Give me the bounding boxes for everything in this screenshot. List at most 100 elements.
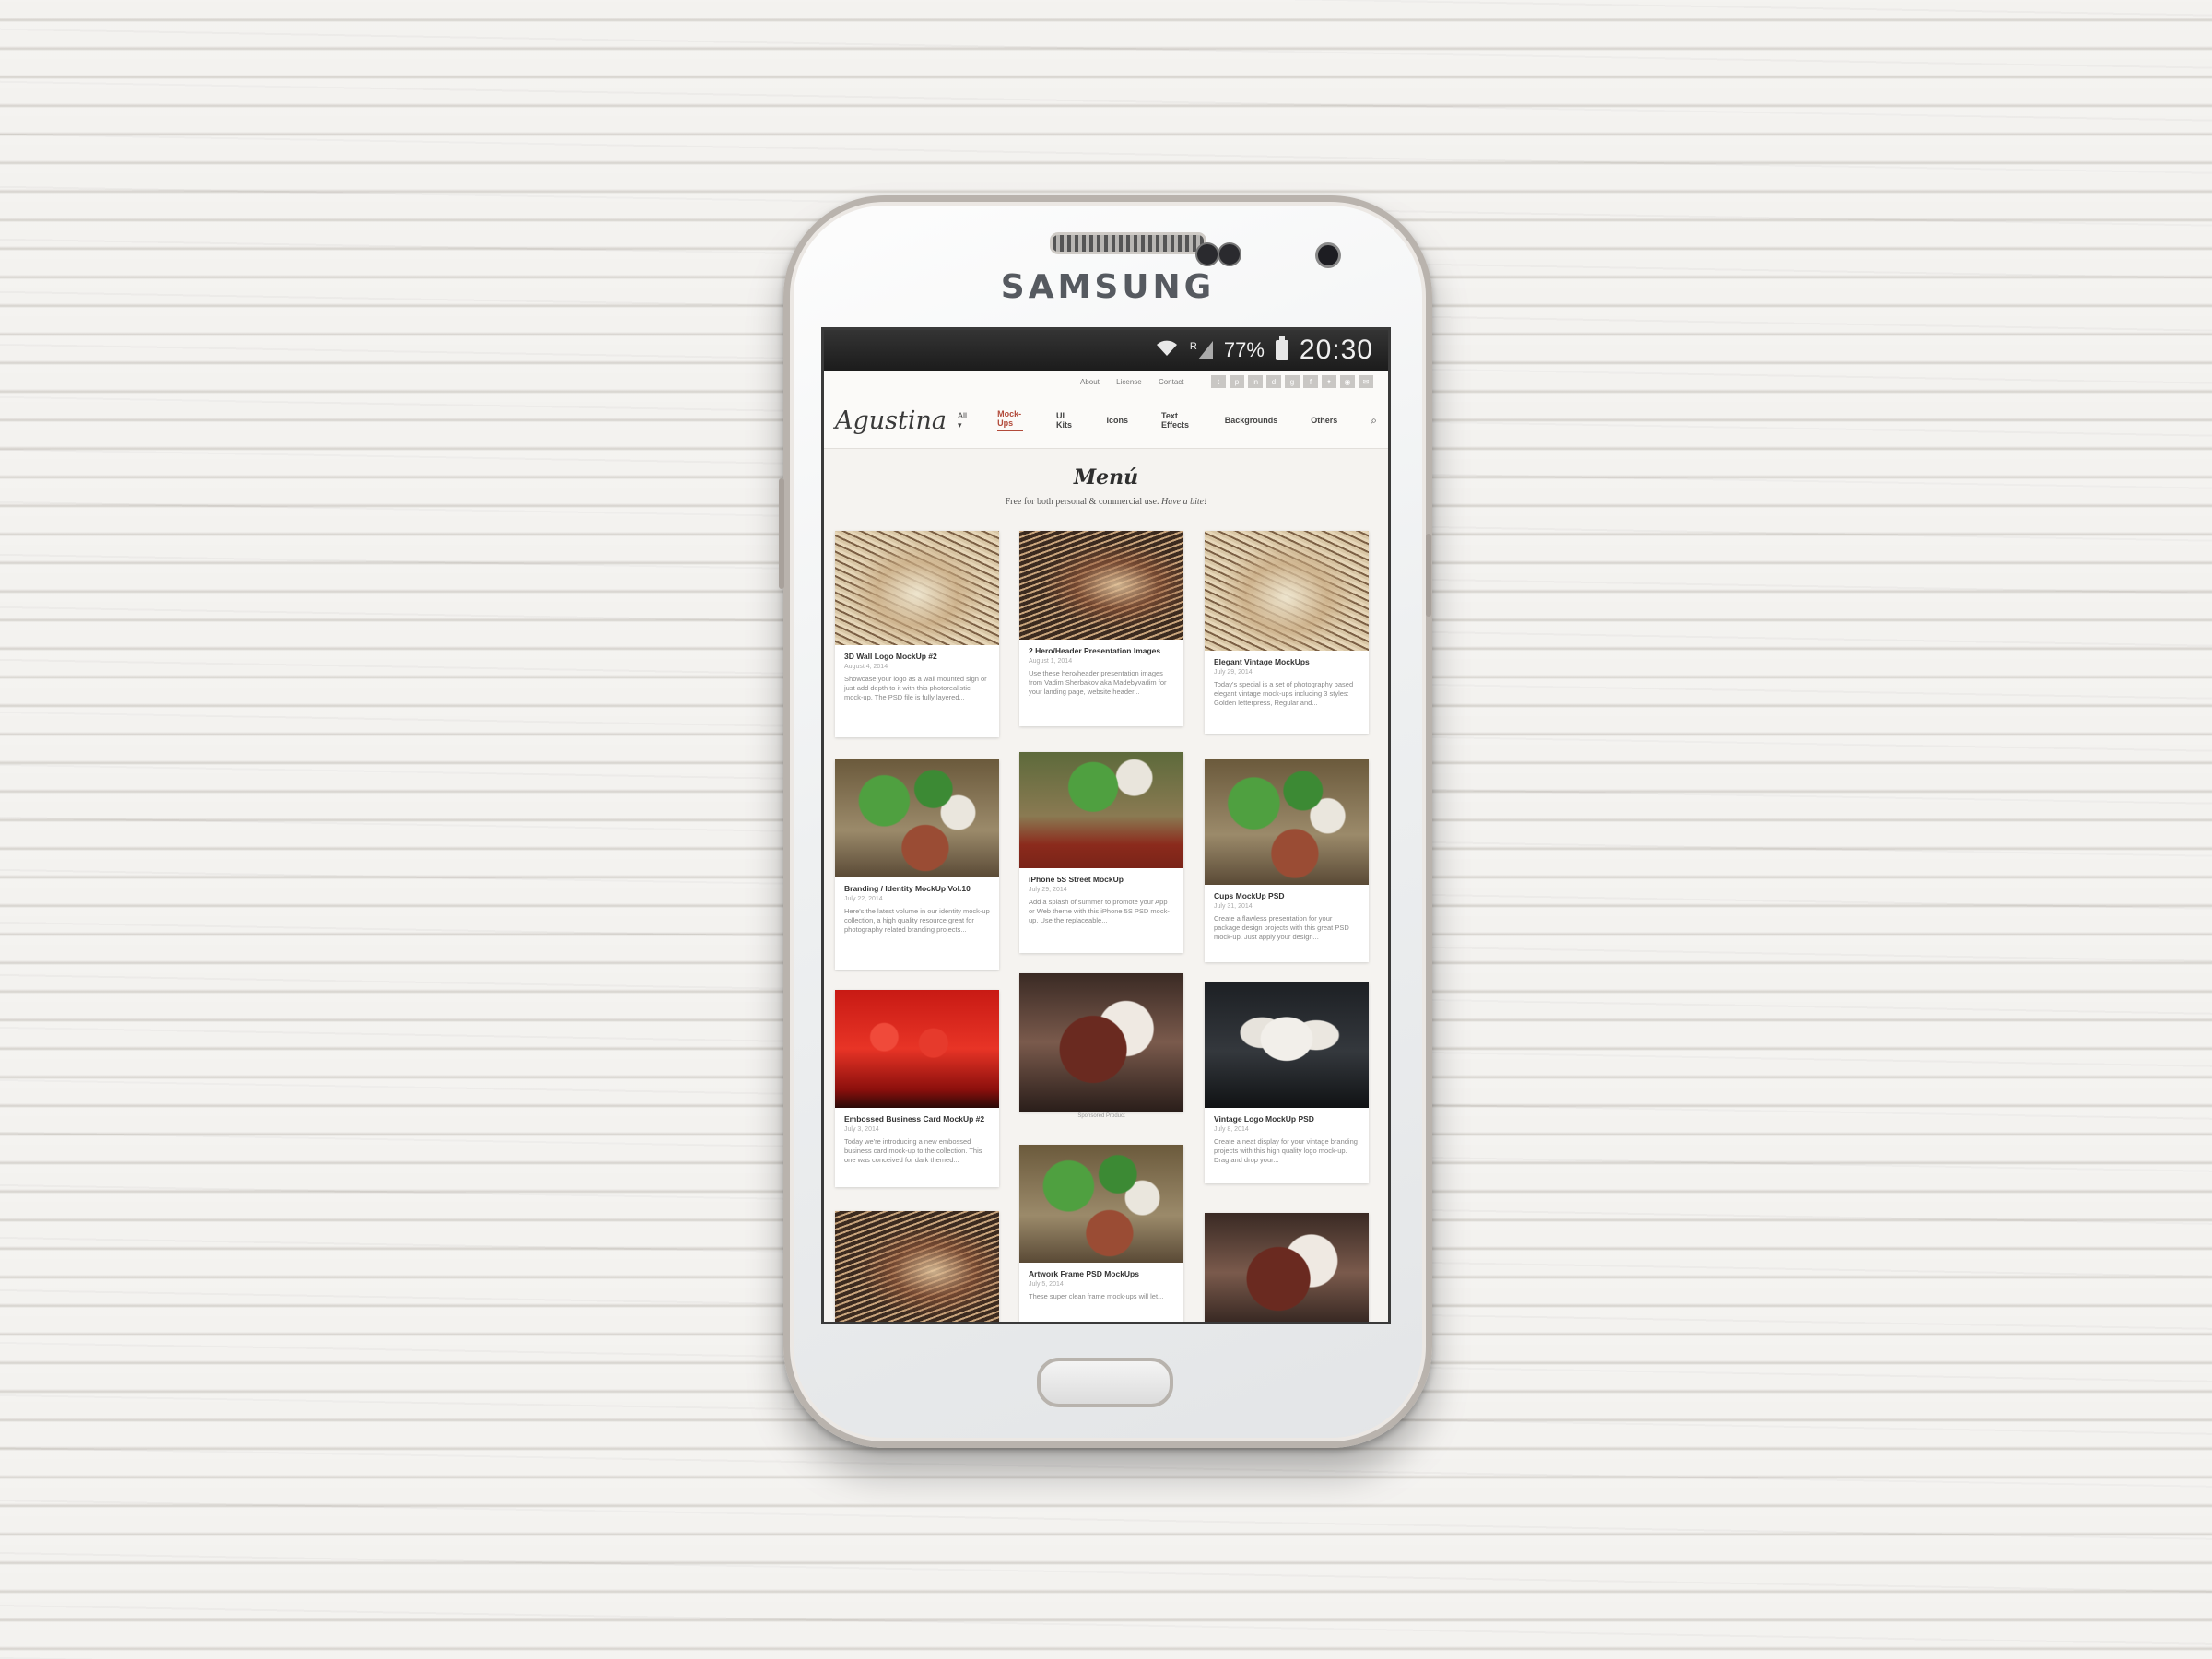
post-card[interactable]: iPhone 5S Street MockUp July 29, 2014 Ad… (1019, 752, 1183, 953)
post-card[interactable]: Elegant Vintage MockUps July 29, 2014 To… (1205, 531, 1369, 734)
category-header: Menú Free for both personal & commercial… (824, 449, 1388, 530)
twitter-icon[interactable]: ✦ (1322, 375, 1336, 388)
post-thumbnail[interactable] (835, 1211, 999, 1322)
post-excerpt: Here's the latest volume in our identity… (844, 907, 990, 934)
nav-item-backgrounds[interactable]: Backgrounds (1225, 416, 1278, 425)
mail-icon[interactable]: ✉ (1359, 375, 1373, 388)
nav-item-icons[interactable]: Icons (1107, 416, 1129, 425)
post-date: July 5, 2014 (1029, 1281, 1064, 1288)
post-thumbnail[interactable] (835, 759, 999, 877)
proximity-sensor (1195, 242, 1219, 266)
link-about[interactable]: About (1080, 378, 1100, 386)
sponsored-card[interactable] (1019, 973, 1183, 1112)
post-date: July 3, 2014 (844, 1126, 879, 1133)
post-card[interactable]: Embossed Business Card MockUp #2 July 3,… (835, 990, 999, 1187)
subtitle-text: Free for both personal & commercial use. (1005, 497, 1159, 507)
g-icon[interactable]: g (1285, 375, 1300, 388)
post-thumbnail[interactable] (1019, 1145, 1183, 1263)
main-nav: Agustina All ▾ Mock-Ups UI Kits Icons Te… (824, 393, 1388, 449)
brand-logo: SAMSUNG (1000, 268, 1216, 306)
front-camera (1315, 242, 1341, 268)
nav-all-dropdown[interactable]: All ▾ (958, 411, 968, 430)
post-card[interactable] (835, 1211, 999, 1322)
post-title[interactable]: Cups MockUp PSD (1205, 885, 1369, 901)
post-thumbnail[interactable] (1205, 1213, 1369, 1322)
sponsored-thumbnail[interactable] (1019, 973, 1183, 1112)
post-card[interactable] (1205, 1213, 1369, 1322)
top-utility-bar: About License Contact t p in d g f ✦ ◉ ✉ (824, 371, 1388, 393)
post-card[interactable]: Branding / Identity MockUp Vol.10 July 2… (835, 759, 999, 970)
post-excerpt: Showcase your logo as a wall mounted sig… (844, 675, 987, 701)
earpiece-speaker (1050, 232, 1206, 254)
post-card[interactable]: Vintage Logo MockUp PSD July 8, 2014 Cre… (1205, 982, 1369, 1183)
post-thumbnail[interactable] (1019, 752, 1183, 868)
phone-frame: SAMSUNG R 77% 20:30 About License Contac… (779, 195, 1432, 1448)
post-thumbnail[interactable] (1205, 531, 1369, 651)
post-thumbnail[interactable] (835, 531, 999, 645)
nav-item-others[interactable]: Others (1311, 416, 1337, 425)
link-contact[interactable]: Contact (1159, 378, 1184, 386)
nav-all-label: All (958, 410, 968, 420)
f-icon[interactable]: f (1303, 375, 1318, 388)
post-date: July 8, 2014 (1214, 1126, 1249, 1133)
post-title[interactable]: Embossed Business Card MockUp #2 (835, 1108, 999, 1124)
post-card[interactable]: 3D Wall Logo MockUp #2 August 4, 2014 Sh… (835, 531, 999, 737)
post-title[interactable]: 2 Hero/Header Presentation Images (1019, 640, 1183, 656)
post-card[interactable]: Artwork Frame PSD MockUps July 5, 2014 T… (1019, 1145, 1183, 1322)
t-icon[interactable]: t (1211, 375, 1226, 388)
signal-icon: R (1190, 341, 1213, 359)
post-date: August 4, 2014 (844, 664, 888, 670)
post-card[interactable]: Cups MockUp PSD July 31, 2014 Create a f… (1205, 759, 1369, 962)
wifi-icon (1155, 337, 1179, 363)
post-title[interactable]: iPhone 5S Street MockUp (1019, 868, 1183, 885)
post-date: August 1, 2014 (1029, 658, 1073, 665)
page-subtitle: Free for both personal & commercial use.… (824, 497, 1388, 507)
rss-icon[interactable]: ◉ (1340, 375, 1355, 388)
clock: 20:30 (1299, 335, 1373, 365)
top-links: About License Contact (1080, 378, 1199, 386)
post-card[interactable]: 2 Hero/Header Presentation Images August… (1019, 531, 1183, 726)
nav-item-ui-kits[interactable]: UI Kits (1056, 411, 1074, 429)
post-date: July 22, 2014 (844, 896, 883, 902)
post-date: July 29, 2014 (1214, 669, 1253, 676)
volume-button[interactable] (779, 478, 784, 589)
status-bar: R 77% 20:30 (824, 330, 1388, 371)
post-title[interactable]: Artwork Frame PSD MockUps (1019, 1263, 1183, 1279)
post-date: July 31, 2014 (1214, 903, 1253, 910)
post-title[interactable]: 3D Wall Logo MockUp #2 (835, 645, 999, 662)
battery-percent: 77% (1223, 338, 1265, 361)
social-links: t p in d g f ✦ ◉ ✉ (1211, 375, 1373, 388)
nav-item-mockups[interactable]: Mock-Ups (997, 409, 1023, 431)
roaming-indicator: R (1189, 341, 1197, 352)
post-date: July 29, 2014 (1029, 887, 1067, 893)
d-icon[interactable]: d (1266, 375, 1281, 388)
post-excerpt: Use these hero/header presentation image… (1029, 669, 1167, 696)
chevron-down-icon: ▾ (958, 419, 962, 429)
screen: R 77% 20:30 About License Contact t p in… (821, 327, 1391, 1324)
home-button[interactable] (1037, 1358, 1173, 1407)
battery-icon (1275, 336, 1288, 360)
post-excerpt: Today we're introducing a new embossed b… (844, 1137, 982, 1164)
page-title: Menú (1073, 465, 1139, 489)
light-sensor (1218, 242, 1241, 266)
post-thumbnail[interactable] (1205, 759, 1369, 885)
post-title[interactable]: Branding / Identity MockUp Vol.10 (835, 877, 999, 894)
post-title[interactable]: Elegant Vintage MockUps (1205, 651, 1369, 667)
subtitle-emphasis: Have a bite! (1160, 497, 1207, 507)
post-thumbnail[interactable] (835, 990, 999, 1108)
post-title[interactable]: Vintage Logo MockUp PSD (1205, 1108, 1369, 1124)
link-license[interactable]: License (1116, 378, 1142, 386)
site-logo[interactable]: Agustina (835, 406, 947, 435)
in-icon[interactable]: in (1248, 375, 1263, 388)
post-excerpt: Today's special is a set of photography … (1214, 680, 1354, 707)
post-excerpt: Add a splash of summer to promote your A… (1029, 898, 1170, 924)
sponsored-caption: Sponsored Product (1077, 1113, 1125, 1119)
post-thumbnail[interactable] (1019, 531, 1183, 640)
power-button[interactable] (1426, 534, 1431, 617)
post-excerpt: These super clean frame mock-ups will le… (1029, 1292, 1164, 1300)
search-icon[interactable]: ⌕ (1371, 414, 1377, 428)
nav-item-text-effects[interactable]: Text Effects (1161, 411, 1192, 429)
p-icon[interactable]: p (1230, 375, 1244, 388)
post-thumbnail[interactable] (1205, 982, 1369, 1108)
post-excerpt: Create a neat display for your vintage b… (1214, 1137, 1358, 1164)
